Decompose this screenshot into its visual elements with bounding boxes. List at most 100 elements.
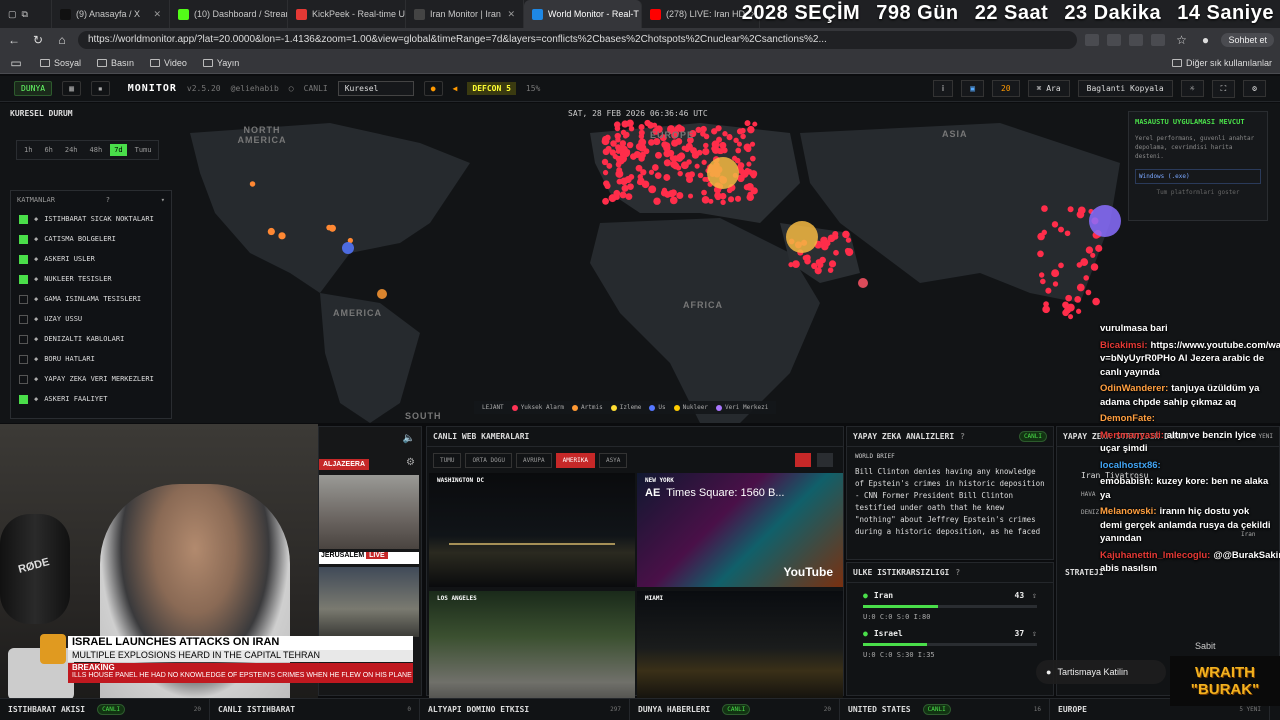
hotspot-marker[interactable] [1067, 206, 1074, 213]
hotspot-marker[interactable] [680, 161, 689, 170]
hotspot-cluster[interactable] [1089, 205, 1121, 237]
hotspot-marker[interactable] [628, 125, 635, 132]
hotspot-marker[interactable] [824, 240, 831, 247]
hotspot-marker[interactable] [720, 199, 726, 205]
tile-view-icon[interactable]: ▪ [90, 81, 110, 96]
hotspot-marker[interactable] [648, 169, 655, 175]
hotspot-marker[interactable] [716, 148, 723, 155]
hotspot-marker[interactable] [614, 194, 620, 200]
star-icon[interactable]: ☆ [1173, 33, 1189, 47]
bookmark-folder-basin[interactable]: Basın [97, 58, 134, 68]
hotspot-marker[interactable] [638, 144, 647, 152]
layer-toggle[interactable]: ◆ GAMA ISINLAMA TESISLERI [11, 289, 171, 309]
layer-checkbox[interactable] [19, 334, 28, 344]
hotspot-marker[interactable] [1083, 275, 1089, 281]
hotspot-marker[interactable] [1038, 272, 1045, 278]
hotspot-marker[interactable] [637, 177, 645, 185]
hotspot-marker[interactable] [1062, 309, 1069, 317]
hotspot-marker[interactable] [685, 142, 693, 151]
chat-username[interactable]: Mertmanyasli: [1100, 430, 1164, 441]
collapsed-panel[interactable]: DUNYA HABERLERI CANLI 20 [630, 699, 840, 720]
hotspot-marker[interactable] [1085, 289, 1092, 296]
hotspot-marker[interactable] [635, 151, 642, 157]
hotspot-marker[interactable] [746, 183, 754, 191]
share-icon[interactable]: ⇪ [1032, 591, 1037, 600]
hotspot-marker[interactable] [740, 127, 746, 134]
hotspot-marker[interactable] [663, 159, 671, 167]
layer-checkbox[interactable] [19, 214, 28, 224]
hotspot-marker[interactable] [802, 255, 809, 261]
hotspot-marker[interactable] [744, 120, 751, 127]
world-map-panel[interactable]: KURESEL DURUM SAT, 28 FEB 2026 06:36:46 … [0, 103, 1280, 423]
hotspot-marker[interactable] [1080, 258, 1089, 267]
hotspot-marker[interactable] [719, 141, 727, 149]
settings-icon[interactable]: ⚙ [1243, 80, 1266, 97]
hotspot-marker[interactable] [648, 185, 657, 194]
webcam-region-tab[interactable]: AMERIKA [555, 453, 595, 468]
fullscreen-icon[interactable]: ⛶ [1211, 79, 1236, 98]
hotspot-marker[interactable] [1090, 252, 1096, 258]
hotspot-cluster[interactable] [707, 157, 739, 189]
hotspot-marker[interactable] [1058, 262, 1064, 269]
hotspot-marker[interactable] [677, 170, 683, 177]
hotspot-marker[interactable] [688, 171, 696, 178]
grid-layout-icon[interactable] [795, 453, 811, 467]
hotspot-marker[interactable] [828, 260, 837, 268]
hotspot-marker[interactable] [845, 248, 854, 257]
hotspot-marker[interactable] [749, 155, 756, 162]
hotspot-cluster[interactable] [377, 289, 387, 299]
avatar[interactable]: ● [1197, 33, 1213, 47]
hotspot-marker[interactable] [740, 133, 746, 140]
news-channel-tag[interactable]: ALJAZEERA [319, 459, 370, 470]
hotspot-marker[interactable] [625, 193, 633, 201]
hotspot-marker[interactable] [816, 241, 822, 247]
grid-view-icon[interactable]: ▦ [62, 81, 81, 96]
layer-toggle[interactable]: ◆ DENIZALTI KABLOLARI [11, 329, 171, 349]
hotspot-marker[interactable] [1090, 263, 1099, 271]
hotspot-marker[interactable] [651, 164, 659, 171]
hotspot-marker[interactable] [654, 151, 662, 159]
hotspot-marker[interactable] [615, 169, 624, 178]
hotspot-marker[interactable] [833, 249, 839, 256]
extension-icon[interactable] [1107, 34, 1122, 46]
hotspot-marker[interactable] [687, 193, 694, 199]
hotspot-marker[interactable] [602, 169, 609, 176]
world-map[interactable] [0, 103, 1280, 423]
help-icon[interactable]: ? [960, 432, 965, 441]
hotspot-marker[interactable] [788, 262, 794, 268]
webcam-region-tab[interactable]: TUMU [433, 453, 462, 468]
world-view-toggle[interactable]: DUNYA [14, 81, 53, 96]
hotspot-marker[interactable] [1058, 226, 1065, 233]
author-handle[interactable]: @eliehabib [231, 84, 279, 93]
hotspot-marker[interactable] [702, 147, 710, 156]
hotspot-marker[interactable] [1085, 246, 1094, 254]
layer-checkbox[interactable] [19, 354, 28, 364]
hotspot-marker[interactable] [1064, 230, 1071, 237]
alert-toggle[interactable]: ● [423, 81, 443, 96]
hotspot-marker[interactable] [604, 182, 611, 190]
github-icon[interactable]: ◯ [289, 84, 294, 93]
hotspot-marker[interactable] [1051, 269, 1060, 278]
extension-icon[interactable] [1085, 34, 1100, 46]
hotspot-marker[interactable] [1075, 308, 1082, 314]
youtube-logo[interactable]: YouTube [783, 565, 833, 579]
hotspot-marker[interactable] [842, 230, 850, 239]
hotspot-marker[interactable] [621, 120, 629, 128]
settings-icon[interactable]: ⚙ [406, 457, 415, 468]
hotspot-marker[interactable] [249, 181, 256, 187]
url-field[interactable]: https://worldmonitor.app/?lat=20.0000&lo… [78, 31, 1078, 49]
hotspot-marker[interactable] [644, 119, 651, 127]
hotspot-marker[interactable] [814, 267, 822, 275]
country-row[interactable]: ● Israel 37 ⇪ U:0 C:0 S:30 I:35 [847, 621, 1053, 659]
search-button[interactable]: ⌘ Ara [1027, 80, 1070, 97]
hotspot-marker[interactable] [602, 148, 610, 156]
browser-tab[interactable]: Iran Monitor | Iran ✕ [406, 0, 524, 28]
chat-username[interactable]: OdinWanderer: [1100, 383, 1168, 394]
hotspot-marker[interactable] [635, 164, 643, 172]
bookmark-folder-sosyal[interactable]: Sosyal [40, 58, 81, 68]
hotspot-marker[interactable] [740, 170, 749, 178]
hotspot-marker[interactable] [648, 139, 655, 146]
hotspot-cluster[interactable] [786, 221, 818, 253]
chat-username[interactable]: Bicakimsi: [1100, 340, 1148, 351]
layer-toggle[interactable]: ◆ NUKLEER TESISLER [11, 269, 171, 289]
